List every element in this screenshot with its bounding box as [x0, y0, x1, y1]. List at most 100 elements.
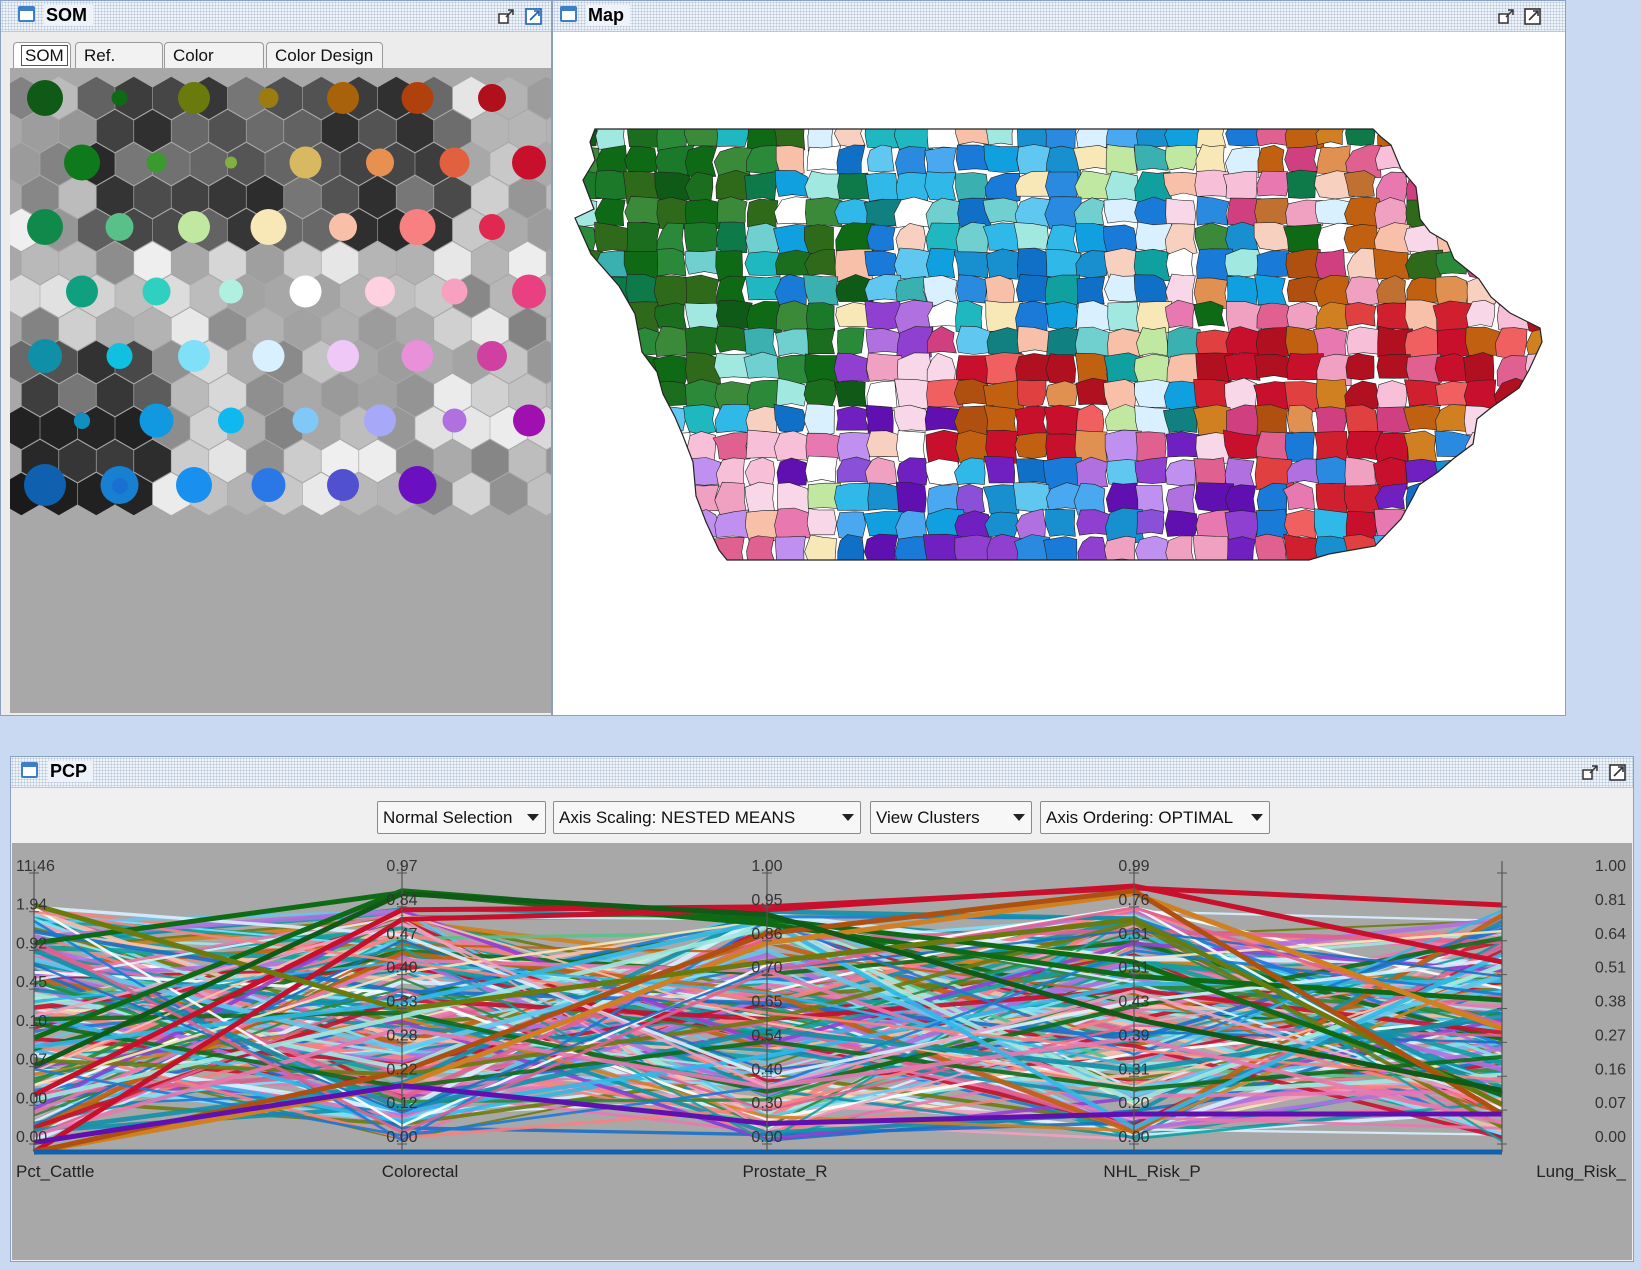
- som-node-marker[interactable]: [289, 146, 322, 179]
- map-region[interactable]: [806, 508, 837, 536]
- map-region[interactable]: [596, 430, 633, 460]
- map-region[interactable]: [744, 481, 776, 515]
- map-region[interactable]: [626, 456, 657, 484]
- map-region[interactable]: [1135, 561, 1171, 590]
- som-node-marker[interactable]: [365, 276, 395, 307]
- map-region[interactable]: [1225, 560, 1259, 589]
- map-region[interactable]: [593, 457, 635, 487]
- map-region[interactable]: [1284, 431, 1316, 462]
- map-region[interactable]: [1435, 536, 1466, 561]
- map-region[interactable]: [656, 248, 687, 277]
- map-region[interactable]: [895, 171, 930, 201]
- map-region[interactable]: [865, 562, 894, 587]
- map-region[interactable]: [1165, 535, 1196, 567]
- som-node-marker[interactable]: [329, 213, 357, 241]
- map-region[interactable]: [1405, 143, 1441, 179]
- map-region[interactable]: [1077, 536, 1107, 569]
- map-region[interactable]: [687, 562, 717, 589]
- som-node-marker[interactable]: [27, 80, 63, 116]
- som-node-marker[interactable]: [401, 340, 434, 372]
- map-region[interactable]: [1077, 563, 1106, 594]
- map-region[interactable]: [1136, 509, 1165, 535]
- map-region[interactable]: [865, 172, 899, 202]
- map-region[interactable]: [1224, 484, 1257, 513]
- map-region[interactable]: [1045, 509, 1076, 537]
- map-region[interactable]: [1196, 118, 1227, 149]
- map-region[interactable]: [834, 380, 867, 408]
- map-region[interactable]: [1495, 563, 1531, 589]
- map-region[interactable]: [863, 533, 898, 566]
- map-region[interactable]: [1524, 121, 1555, 149]
- map-region[interactable]: [1283, 533, 1320, 565]
- map-region[interactable]: [1464, 482, 1502, 514]
- map-region[interactable]: [1136, 327, 1169, 357]
- map-region[interactable]: [1466, 198, 1498, 228]
- restore-icon[interactable]: [497, 6, 517, 26]
- map-region[interactable]: [1314, 559, 1355, 590]
- map-region[interactable]: [1373, 508, 1414, 540]
- map-region[interactable]: [655, 406, 686, 434]
- map-region[interactable]: [653, 456, 694, 490]
- map-region[interactable]: [1407, 562, 1442, 589]
- map-region[interactable]: [564, 248, 603, 279]
- som-node-marker[interactable]: [111, 90, 128, 106]
- map-region[interactable]: [715, 221, 748, 254]
- map-region[interactable]: [1012, 481, 1050, 513]
- map-region[interactable]: [1405, 198, 1435, 229]
- map-region[interactable]: [955, 119, 990, 145]
- map-region[interactable]: [1404, 224, 1443, 254]
- map-region[interactable]: [1194, 560, 1230, 589]
- map-region[interactable]: [658, 561, 688, 588]
- map-region[interactable]: [566, 511, 603, 535]
- map-region[interactable]: [983, 405, 1018, 433]
- som-node-marker[interactable]: [106, 343, 133, 369]
- map-region[interactable]: [1406, 121, 1438, 152]
- map-region[interactable]: [1163, 405, 1200, 433]
- som-node-marker[interactable]: [28, 339, 62, 373]
- map-region[interactable]: [866, 430, 903, 458]
- map-region[interactable]: [837, 172, 870, 200]
- map-region[interactable]: [986, 248, 1022, 280]
- map-region[interactable]: [593, 484, 628, 514]
- map-region[interactable]: [1403, 430, 1438, 463]
- map-region[interactable]: [1524, 169, 1556, 206]
- map-region[interactable]: [867, 144, 895, 173]
- map-region[interactable]: [1283, 223, 1324, 254]
- som-node-marker[interactable]: [24, 464, 66, 506]
- map-region[interactable]: [1434, 145, 1470, 171]
- som-node-marker[interactable]: [178, 340, 210, 372]
- map-region[interactable]: [1435, 197, 1469, 227]
- maximize-icon[interactable]: [1608, 762, 1628, 782]
- map-region[interactable]: [982, 119, 1015, 146]
- map-region[interactable]: [773, 403, 807, 434]
- map-region[interactable]: [774, 507, 813, 539]
- map-region[interactable]: [624, 482, 656, 511]
- map-region[interactable]: [1286, 404, 1315, 434]
- map-region[interactable]: [1376, 275, 1408, 304]
- map-region[interactable]: [566, 563, 603, 595]
- map-region[interactable]: [1045, 353, 1077, 385]
- map-region[interactable]: [1343, 534, 1379, 569]
- map-region[interactable]: [595, 379, 634, 408]
- som-node-marker[interactable]: [258, 88, 279, 108]
- tab-som[interactable]: SOM: [13, 42, 71, 69]
- map-region[interactable]: [806, 145, 841, 171]
- map-region[interactable]: [1256, 120, 1291, 147]
- map-region[interactable]: [984, 511, 1020, 538]
- map-region[interactable]: [1045, 171, 1080, 200]
- map-region[interactable]: [774, 170, 811, 197]
- map-region[interactable]: [1434, 508, 1468, 538]
- map-region[interactable]: [1314, 274, 1351, 307]
- map-region[interactable]: [1404, 535, 1446, 563]
- map-region[interactable]: [1014, 432, 1050, 459]
- som-node-marker[interactable]: [292, 407, 319, 434]
- som-node-marker[interactable]: [513, 404, 545, 437]
- map-region[interactable]: [1014, 534, 1051, 567]
- axis-ordering-dropdown[interactable]: Axis Ordering: OPTIMAL: [1040, 801, 1270, 834]
- map-region[interactable]: [653, 275, 689, 307]
- map-region[interactable]: [624, 404, 662, 439]
- map-region[interactable]: [712, 432, 751, 461]
- map-region[interactable]: [1195, 144, 1226, 175]
- map-region[interactable]: [1043, 536, 1078, 561]
- map-region[interactable]: [1106, 563, 1144, 592]
